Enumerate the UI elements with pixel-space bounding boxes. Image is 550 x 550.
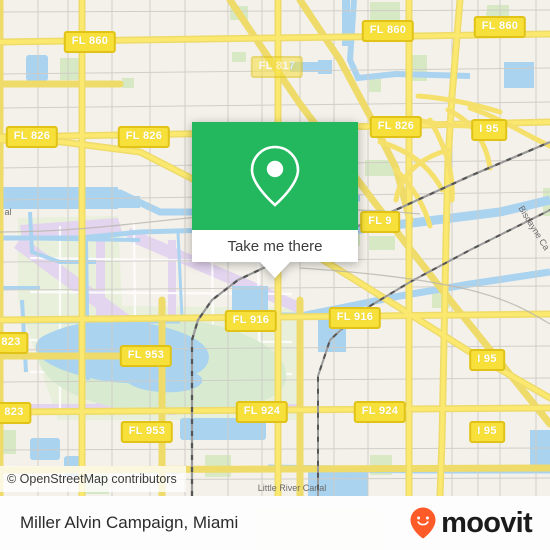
road-shield: FL 826 [5, 126, 59, 148]
map-canvas[interactable]: FL 860 FL 860 FL 860 FL 817 FL 826 FL 82… [0, 0, 550, 496]
road-shield: FL 860 [473, 16, 527, 38]
moovit-smiley-pin-icon [410, 507, 436, 539]
road-shield: 823 [0, 332, 29, 354]
road-shield: FL 924 [235, 401, 289, 423]
canal-label: Little River Canal [257, 483, 327, 493]
osm-attribution[interactable]: © OpenStreetMap contributors [0, 466, 186, 492]
brand-wordmark: moovit [441, 506, 533, 539]
road-shield: FL 953 [120, 421, 174, 443]
location-pin-icon [250, 145, 300, 207]
callout-action-label[interactable]: Take me there [192, 230, 358, 262]
road-shield: FL 924 [353, 401, 407, 423]
road-shield: FL 826 [369, 116, 423, 138]
road-shield: FL 817 [250, 56, 304, 78]
road-shield: FL 916 [328, 307, 382, 329]
road-shield: 823 [0, 402, 32, 424]
screenshot-root: FL 860 FL 860 FL 860 FL 817 FL 826 FL 82… [0, 0, 550, 550]
road-shield: FL 826 [117, 126, 171, 148]
callout-pointer [260, 262, 290, 278]
callout-icon-panel [192, 122, 358, 230]
place-title: Miller Alvin Campaign, Miami [20, 513, 239, 532]
road-shield: FL 860 [63, 31, 117, 53]
canal-label-partial: al [4, 207, 12, 217]
road-shield: FL 916 [224, 310, 278, 332]
road-shield: FL 860 [361, 20, 415, 42]
take-me-there-callout[interactable]: Take me there [192, 122, 358, 278]
road-shield: I 95 [471, 119, 507, 141]
road-shield: FL 9 [360, 211, 400, 233]
road-shield: I 95 [469, 349, 505, 371]
road-shield: I 95 [469, 421, 505, 443]
footer-bar: Miller Alvin Campaign, Miami moovit [0, 496, 550, 550]
moovit-logo[interactable]: moovit [410, 506, 533, 539]
road-shield: FL 953 [119, 345, 173, 367]
